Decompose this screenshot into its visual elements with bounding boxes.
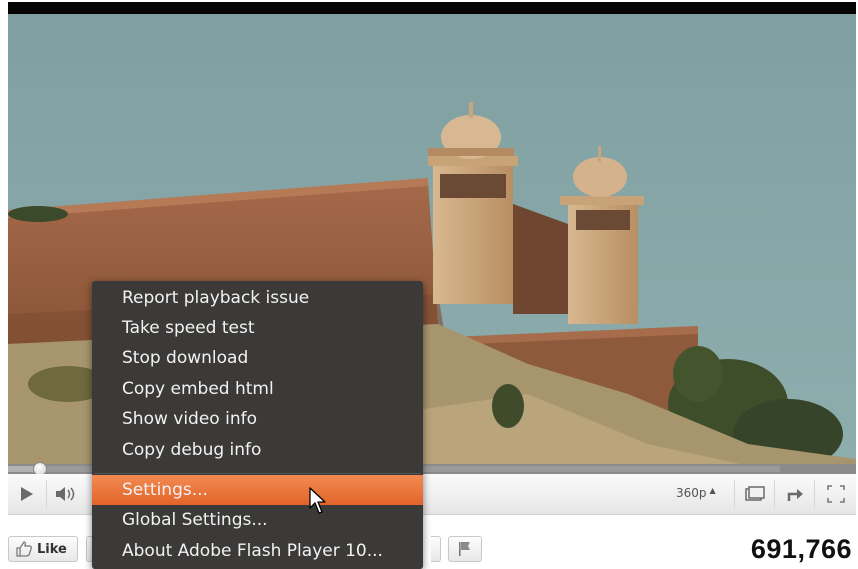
flag-icon [459, 542, 470, 556]
volume-button[interactable] [46, 480, 85, 508]
play-button[interactable] [8, 474, 46, 514]
share-arrow-icon [787, 489, 803, 501]
menu-item-about-flash-player[interactable]: About Adobe Flash Player 10... [92, 536, 423, 566]
quality-selector[interactable]: 360p ▲ [676, 486, 716, 500]
flash-context-menu: Report playback issue Take speed test St… [92, 281, 423, 569]
menu-item-settings[interactable]: Settings... [92, 475, 423, 505]
like-label: Like [37, 541, 67, 557]
menu-item-stop-download[interactable]: Stop download [92, 343, 423, 373]
menu-item-copy-embed-html[interactable]: Copy embed html [92, 374, 423, 404]
menu-item-copy-debug-info[interactable]: Copy debug info [92, 435, 423, 465]
view-count: 691,766 [750, 534, 852, 564]
quality-label: 360p [676, 486, 707, 500]
popout-icon [745, 486, 765, 501]
progress-played [8, 466, 34, 472]
volume-icon [56, 487, 75, 501]
player-top-bar [8, 2, 856, 14]
like-button[interactable]: Like [8, 536, 78, 562]
popout-button[interactable] [734, 480, 775, 508]
share-action-button[interactable] [431, 536, 441, 562]
menu-item-global-settings[interactable]: Global Settings... [92, 505, 423, 535]
flag-button[interactable] [448, 536, 482, 562]
mouse-pointer-icon [309, 487, 326, 514]
caret-up-icon: ▲ [709, 486, 716, 495]
menu-item-report-playback-issue[interactable]: Report playback issue [92, 283, 423, 313]
thumbs-up-icon [16, 541, 32, 557]
menu-item-show-video-info[interactable]: Show video info [92, 404, 423, 434]
fullscreen-button[interactable] [814, 480, 857, 508]
play-icon [21, 487, 33, 501]
menu-divider [94, 473, 421, 474]
menu-item-take-speed-test[interactable]: Take speed test [92, 313, 423, 343]
fullscreen-icon [827, 485, 845, 503]
share-button[interactable] [774, 480, 815, 508]
